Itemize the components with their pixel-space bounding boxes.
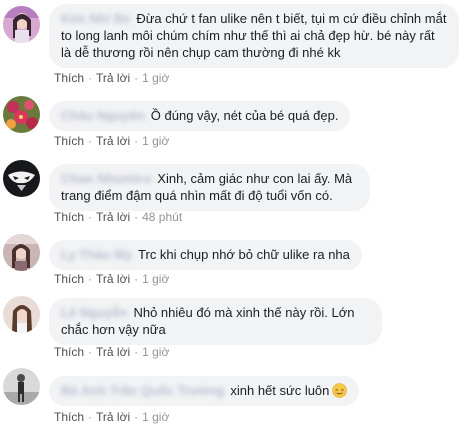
comment-text: Ồ đúng vậy, nét của bé quá đẹp. — [150, 108, 339, 123]
comment-author[interactable]: Chan Nhumtro — [61, 171, 151, 186]
avatar[interactable] — [3, 160, 40, 197]
comment-bubble: Bá Anh Trần Quốc Trường xinh hết sức luôn — [49, 376, 360, 406]
separator: · — [88, 345, 93, 359]
reply-button[interactable]: Trả lời — [96, 272, 130, 286]
comment-author[interactable]: Kim Nhi Be — [61, 11, 130, 26]
comment-actions: Thích · Trả lời · 1 giờ — [54, 71, 169, 85]
avatar[interactable] — [3, 368, 40, 405]
flowers-icon — [3, 96, 40, 133]
avatar[interactable] — [3, 6, 40, 43]
separator: · — [134, 272, 139, 286]
separator: · — [134, 410, 139, 424]
girl-portrait-icon — [3, 6, 40, 43]
comment-time[interactable]: 1 giờ — [142, 272, 169, 286]
separator: · — [88, 410, 93, 424]
avatar[interactable] — [3, 96, 40, 133]
comment-author[interactable]: Bá Anh Trần Quốc Trường — [61, 383, 224, 398]
comment-actions: Thích · Trả lời · 1 giờ — [54, 410, 169, 424]
like-button[interactable]: Thích — [54, 71, 84, 85]
separator: · — [88, 210, 93, 224]
separator: · — [134, 134, 139, 148]
like-button[interactable]: Thích — [54, 272, 84, 286]
reply-button[interactable]: Trả lời — [96, 71, 130, 85]
comment-bubble: Kim Nhi Be Đừa chứ t fan ulike nên t biết… — [49, 4, 459, 68]
comment-actions: Thích · Trả lời · 1 giờ — [54, 134, 169, 148]
person-standing-icon — [3, 368, 40, 405]
separator: · — [134, 345, 139, 359]
comment-bubble: Ly Thảo My Trc khi chụp nhớ bỏ chữ ulike … — [49, 240, 362, 270]
comment-bubble: Chan Nhumtro Xinh, cảm giác như con lai ấ… — [49, 164, 370, 211]
comment-actions: Thích · Trả lời · 1 giờ — [54, 345, 169, 359]
avatar[interactable] — [3, 234, 40, 271]
reply-button[interactable]: Trả lời — [96, 134, 130, 148]
like-button[interactable]: Thích — [54, 134, 84, 148]
reply-button[interactable]: Trả lời — [96, 345, 130, 359]
comment-bubble: Lê Nguyễn Nhỏ nhiêu đó mà xinh thế này rồ… — [49, 298, 382, 345]
comment-actions: Thích · Trả lời · 1 giờ — [54, 272, 169, 286]
like-button[interactable]: Thích — [54, 410, 84, 424]
comment-actions: Thích · Trả lời · 48 phút — [54, 210, 182, 224]
comment-text: xinh hết sức luôn — [230, 383, 330, 398]
girl-selfie-icon — [3, 296, 40, 333]
reply-button[interactable]: Trả lời — [96, 210, 130, 224]
reply-button[interactable]: Trả lời — [96, 410, 130, 424]
comment-time[interactable]: 48 phút — [142, 210, 182, 224]
comment-author[interactable]: Châu Nguyên — [61, 108, 145, 123]
girl-photo-icon — [3, 234, 40, 271]
separator: · — [88, 134, 93, 148]
team-secret-logo-icon — [3, 160, 40, 197]
like-button[interactable]: Thích — [54, 345, 84, 359]
comment-time[interactable]: 1 giờ — [142, 71, 169, 85]
relieved-face-emoji-icon — [332, 383, 348, 398]
separator: · — [134, 210, 139, 224]
separator: · — [88, 71, 93, 85]
comment-author[interactable]: Ly Thảo My — [61, 247, 132, 262]
comment-time[interactable]: 1 giờ — [142, 134, 169, 148]
like-button[interactable]: Thích — [54, 210, 84, 224]
comment-author[interactable]: Lê Nguyễn — [61, 305, 127, 320]
comment-time[interactable]: 1 giờ — [142, 410, 169, 424]
avatar[interactable] — [3, 296, 40, 333]
comment-bubble: Châu Nguyên Ồ đúng vậy, nét của bé quá đẹ… — [49, 101, 351, 131]
comment-time[interactable]: 1 giờ — [142, 345, 169, 359]
separator: · — [134, 71, 139, 85]
comment-text: Trc khi chụp nhớ bỏ chữ ulike ra nha — [138, 247, 350, 262]
separator: · — [88, 272, 93, 286]
